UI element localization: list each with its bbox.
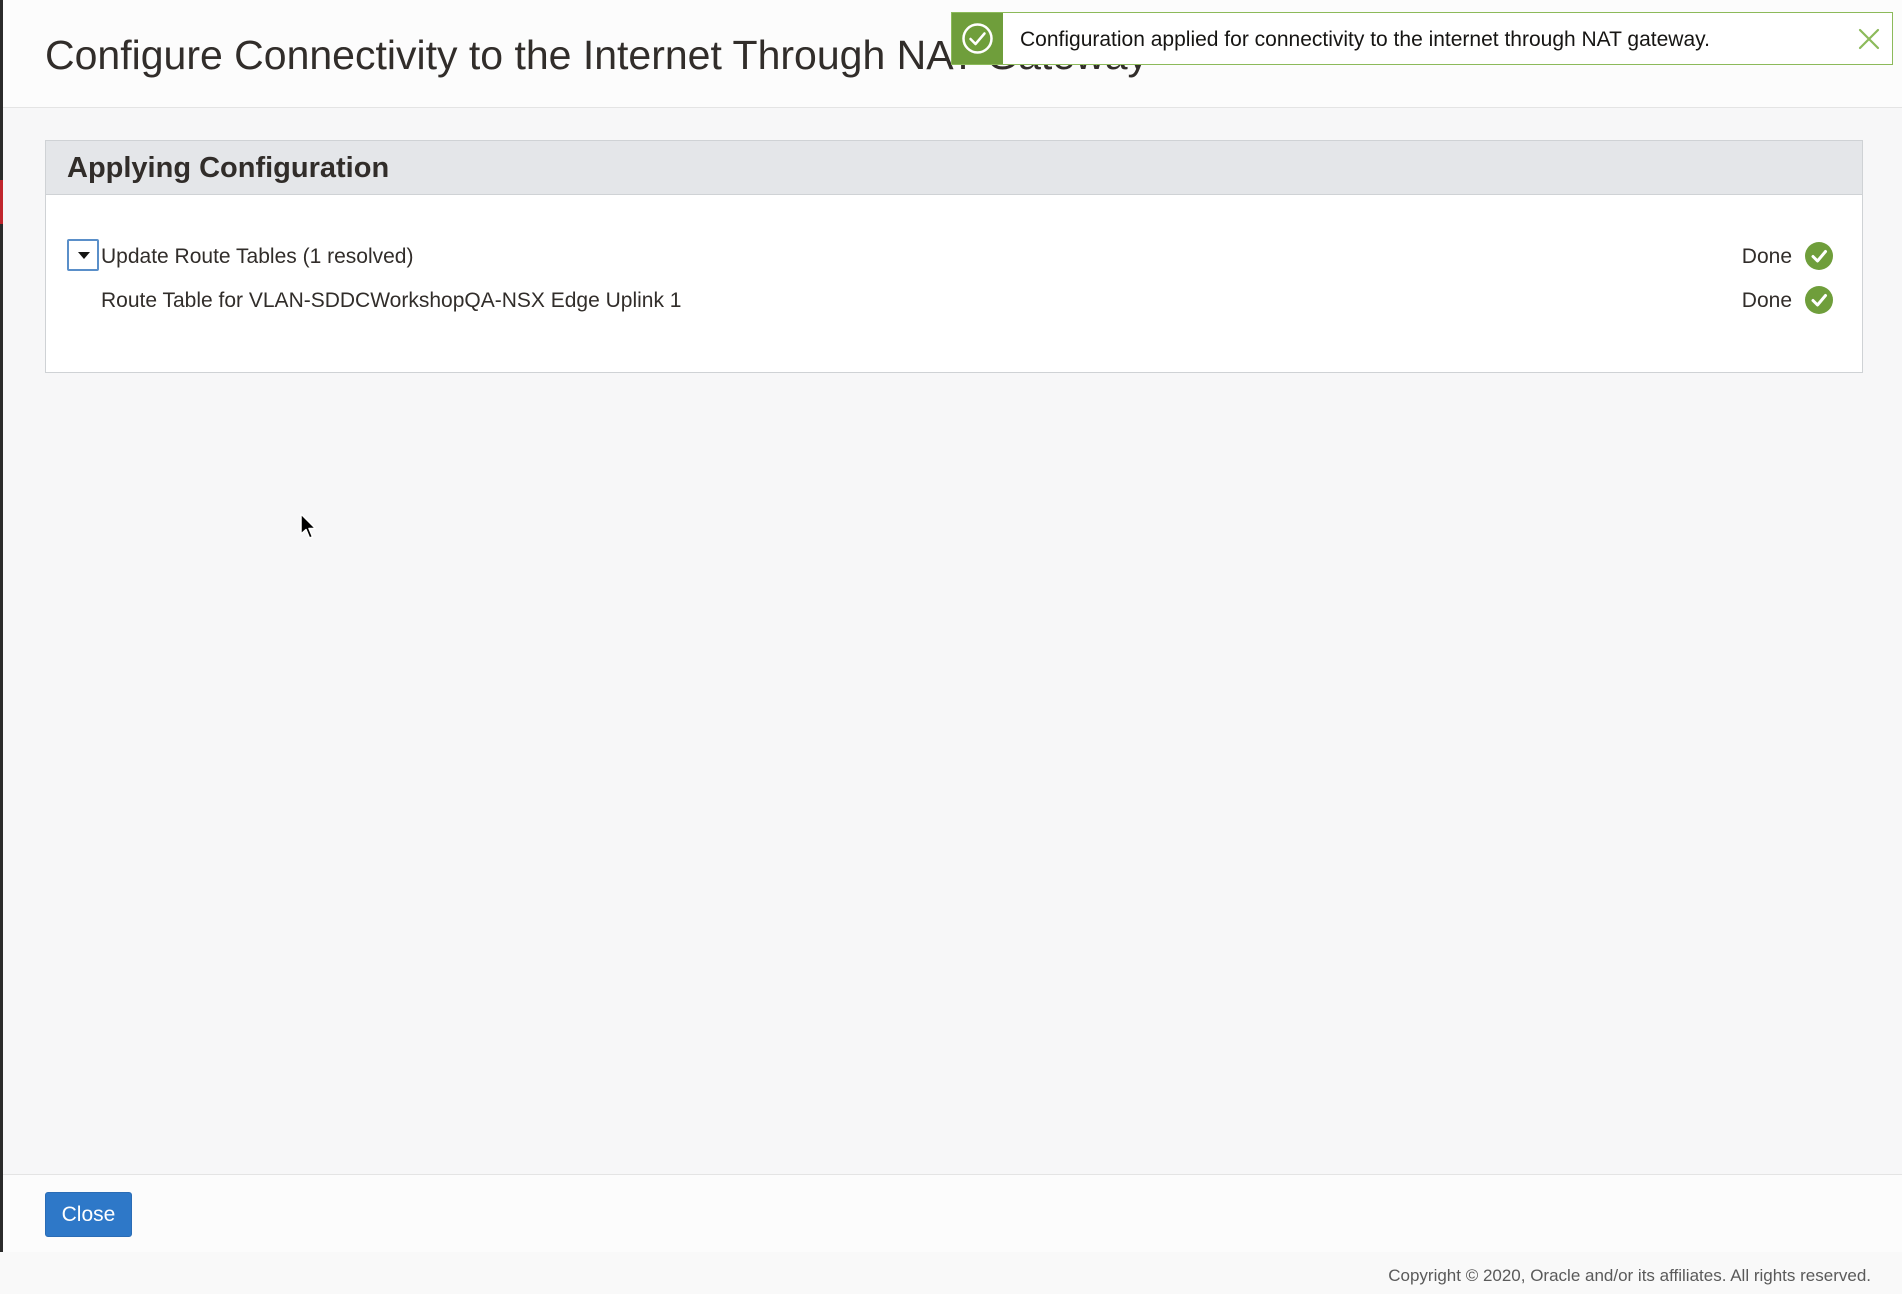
success-check-icon (952, 13, 1003, 64)
success-notification: Configuration applied for connectivity t… (951, 12, 1893, 65)
task-status: Done (1741, 245, 1792, 268)
dialog-footer: Close (3, 1174, 1902, 1252)
panel-header: Applying Configuration (46, 141, 1862, 195)
task-row-update-route-tables: Update Route Tables (1 resolved) Done (46, 236, 1862, 274)
expand-collapse-toggle[interactable] (67, 239, 99, 271)
task-label: Update Route Tables (1 resolved) (101, 245, 414, 268)
close-button[interactable]: Close (45, 1192, 132, 1237)
close-icon[interactable] (1856, 26, 1882, 52)
panel-title: Applying Configuration (67, 152, 390, 184)
check-circle-icon (1805, 242, 1833, 270)
task-row-route-table: Route Table for VLAN-SDDCWorkshopQA-NSX … (46, 280, 1862, 318)
mouse-pointer-icon (300, 513, 317, 539)
task-label: Route Table for VLAN-SDDCWorkshopQA-NSX … (101, 289, 682, 312)
applying-configuration-panel: Applying Configuration Update Route Tabl… (45, 140, 1863, 373)
copyright-text: Copyright © 2020, Oracle and/or its affi… (1388, 1266, 1871, 1285)
check-circle-icon (1805, 286, 1833, 314)
page-footer: Copyright © 2020, Oracle and/or its affi… (0, 1252, 1902, 1294)
dialog: Configure Connectivity to the Internet T… (3, 0, 1902, 1252)
task-status: Done (1741, 289, 1792, 312)
notification-message: Configuration applied for connectivity t… (1020, 28, 1710, 51)
